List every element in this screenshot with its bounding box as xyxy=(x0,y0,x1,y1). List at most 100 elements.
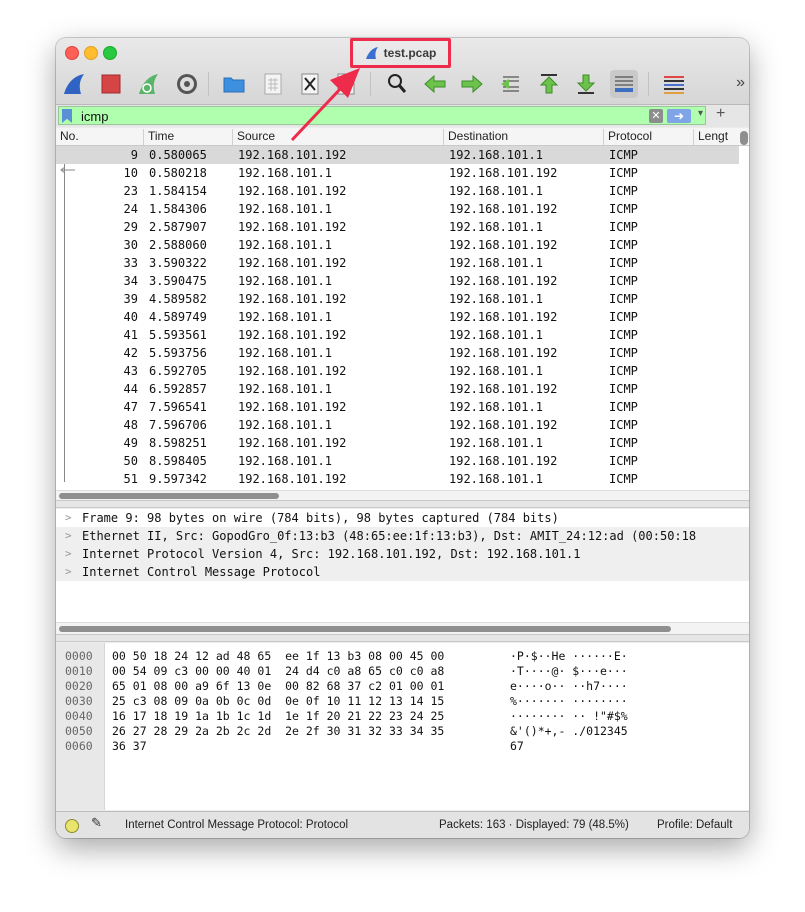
packet-source: 192.168.101.192 xyxy=(238,256,347,270)
packet-no: 51 xyxy=(123,472,138,486)
packet-list-horizontal-scrollbar[interactable] xyxy=(59,493,279,499)
packet-row[interactable]: 44 6.592857 192.168.101.1 192.168.101.192 IC… xyxy=(56,380,739,398)
window-title: test.pcap xyxy=(350,38,451,68)
packet-row[interactable]: 51 9.597342 192.168.101.192 192.168.101.1 IC… xyxy=(56,470,739,488)
packet-row[interactable]: 49 8.598251 192.168.101.192 192.168.101.1 IC… xyxy=(56,434,739,452)
packet-no: 42 xyxy=(123,346,138,360)
column-header-protocol[interactable]: Protocol xyxy=(603,129,693,145)
packet-time: 0.580065 xyxy=(149,148,207,162)
packet-row[interactable]: 34 3.590475 192.168.101.1 192.168.101.192 IC… xyxy=(56,272,739,290)
toolbar-overflow-chevron-icon[interactable]: » xyxy=(736,74,745,92)
stop-capture-button[interactable] xyxy=(97,70,125,98)
wireshark-fin-icon xyxy=(365,47,378,59)
packet-time: 4.589749 xyxy=(149,310,207,324)
packet-no: 33 xyxy=(123,256,138,270)
pane-splitter[interactable] xyxy=(56,634,749,642)
column-header-source[interactable]: Source xyxy=(232,129,443,145)
packet-time: 5.593756 xyxy=(149,346,207,360)
byte-hex: 65 01 08 00 a9 6f 13 0e 00 82 68 37 c2 0… xyxy=(112,679,445,693)
first-packet-button[interactable] xyxy=(535,70,563,98)
packet-protocol: ICMP xyxy=(609,202,638,216)
save-file-button[interactable] xyxy=(259,70,287,98)
disclosure-chevron-right-icon[interactable]: > xyxy=(65,509,72,527)
packet-row[interactable]: 41 5.593561 192.168.101.192 192.168.101.1 IC… xyxy=(56,326,739,344)
detail-row-ethernet[interactable]: > Ethernet II, Src: GopodGro_0f:13:b3 (48… xyxy=(56,527,749,545)
packet-row[interactable]: 10 0.580218 192.168.101.1 192.168.101.192 IC… xyxy=(56,164,739,182)
detail-text: Internet Protocol Version 4, Src: 192.16… xyxy=(82,547,581,561)
filter-history-chevron-down-icon[interactable]: ▾ xyxy=(698,108,703,119)
display-filter-input[interactable]: icmp ✕ ➜ ▾ xyxy=(58,106,706,125)
packet-list-vertical-scrollbar[interactable] xyxy=(740,131,748,145)
packet-row[interactable]: 47 7.596541 192.168.101.192 192.168.101.1 IC… xyxy=(56,398,739,416)
expert-info-led-icon[interactable] xyxy=(65,819,79,833)
packet-no: 9 xyxy=(130,148,138,162)
packet-destination: 192.168.101.192 xyxy=(449,202,558,216)
reload-file-button[interactable] xyxy=(332,70,360,98)
byte-row[interactable]: 0020 65 01 08 00 a9 6f 13 0e 00 82 68 37 … xyxy=(56,679,749,694)
packet-row[interactable]: 40 4.589749 192.168.101.1 192.168.101.192 IC… xyxy=(56,308,739,326)
bookmark-icon[interactable] xyxy=(62,109,72,123)
close-file-button[interactable] xyxy=(296,70,324,98)
go-to-packet-button[interactable] xyxy=(497,70,525,98)
close-window-button[interactable] xyxy=(65,46,79,60)
packet-row[interactable]: 24 1.584306 192.168.101.1 192.168.101.192 IC… xyxy=(56,200,739,218)
column-header-no[interactable]: No. xyxy=(56,129,143,145)
packet-row[interactable]: 33 3.590322 192.168.101.192 192.168.101.1 IC… xyxy=(56,254,739,272)
detail-row-icmp[interactable]: > Internet Control Message Protocol xyxy=(56,563,749,581)
byte-offset: 0020 xyxy=(65,679,93,693)
last-packet-button[interactable] xyxy=(572,70,600,98)
pane-splitter[interactable] xyxy=(56,500,749,508)
byte-offset: 0000 xyxy=(65,649,93,663)
packet-source: 192.168.101.1 xyxy=(238,382,332,396)
detail-row-ip[interactable]: > Internet Protocol Version 4, Src: 192.1… xyxy=(56,545,749,563)
packet-row[interactable]: 29 2.587907 192.168.101.192 192.168.101.1 IC… xyxy=(56,218,739,236)
open-file-button[interactable] xyxy=(220,70,248,98)
restart-capture-button[interactable] xyxy=(134,70,162,98)
byte-row[interactable]: 0030 25 c3 08 09 0a 0b 0c 0d 0e 0f 10 11 … xyxy=(56,694,749,709)
zoom-window-button[interactable] xyxy=(103,46,117,60)
byte-row[interactable]: 0040 16 17 18 19 1a 1b 1c 1d 1e 1f 20 21 … xyxy=(56,709,749,724)
packet-no: 39 xyxy=(123,292,138,306)
disclosure-chevron-right-icon[interactable]: > xyxy=(65,527,72,545)
edit-comment-pencil-icon[interactable]: ✎ xyxy=(91,815,102,831)
packet-row[interactable]: 30 2.588060 192.168.101.1 192.168.101.192 IC… xyxy=(56,236,739,254)
byte-hex: 25 c3 08 09 0a 0b 0c 0d 0e 0f 10 11 12 1… xyxy=(112,694,445,708)
add-filter-button-plus-icon[interactable]: + xyxy=(716,105,725,123)
packet-row[interactable]: 48 7.596706 192.168.101.1 192.168.101.192 IC… xyxy=(56,416,739,434)
apply-filter-icon[interactable]: ➜ xyxy=(667,109,691,123)
column-header-time[interactable]: Time xyxy=(143,129,232,145)
column-header-length[interactable]: Lengt xyxy=(693,129,739,145)
disclosure-chevron-right-icon[interactable]: > xyxy=(65,545,72,563)
clear-filter-icon[interactable]: ✕ xyxy=(649,109,663,123)
packet-row[interactable]: 39 4.589582 192.168.101.192 192.168.101.1 IC… xyxy=(56,290,739,308)
packet-row[interactable]: 50 8.598405 192.168.101.1 192.168.101.192 IC… xyxy=(56,452,739,470)
packet-row[interactable]: 42 5.593756 192.168.101.1 192.168.101.192 IC… xyxy=(56,344,739,362)
byte-row[interactable]: 0010 00 54 09 c3 00 00 40 01 24 d4 c0 a8 … xyxy=(56,664,749,679)
packet-destination: 192.168.101.192 xyxy=(449,274,558,288)
byte-hex: 36 37 xyxy=(112,739,147,753)
start-capture-button[interactable] xyxy=(60,70,88,98)
minimize-window-button[interactable] xyxy=(84,46,98,60)
packet-no: 34 xyxy=(123,274,138,288)
column-header-destination[interactable]: Destination xyxy=(443,129,603,145)
colorize-button[interactable] xyxy=(660,70,688,98)
packet-row[interactable]: 43 6.592705 192.168.101.192 192.168.101.1 IC… xyxy=(56,362,739,380)
capture-options-button[interactable] xyxy=(173,70,201,98)
packet-rows: 9 0.580065 192.168.101.192 192.168.101.1 ICM… xyxy=(56,146,739,488)
detail-row-frame[interactable]: > Frame 9: 98 bytes on wire (784 bits), 9… xyxy=(56,509,749,527)
packet-row[interactable]: 23 1.584154 192.168.101.192 192.168.101.1 IC… xyxy=(56,182,739,200)
autoscroll-button[interactable] xyxy=(610,70,638,98)
packet-row[interactable]: 9 0.580065 192.168.101.192 192.168.101.1 ICM… xyxy=(56,146,739,164)
disclosure-chevron-right-icon[interactable]: > xyxy=(65,563,72,581)
status-profile[interactable]: Profile: Default xyxy=(657,819,732,831)
byte-row[interactable]: 0060 36 37 67 xyxy=(56,739,749,754)
byte-row[interactable]: 0000 00 50 18 24 12 ad 48 65 ee 1f 13 b3 … xyxy=(56,649,749,664)
details-horizontal-scrollbar[interactable] xyxy=(59,626,671,632)
packet-time: 8.598405 xyxy=(149,454,207,468)
restart-fin-icon xyxy=(139,74,158,94)
byte-row[interactable]: 0050 26 27 28 29 2a 2b 2c 2d 2e 2f 30 31 … xyxy=(56,724,749,739)
go-back-button[interactable] xyxy=(421,70,449,98)
packet-no: 41 xyxy=(123,328,138,342)
find-packet-button[interactable] xyxy=(383,70,411,98)
go-forward-button[interactable] xyxy=(458,70,486,98)
